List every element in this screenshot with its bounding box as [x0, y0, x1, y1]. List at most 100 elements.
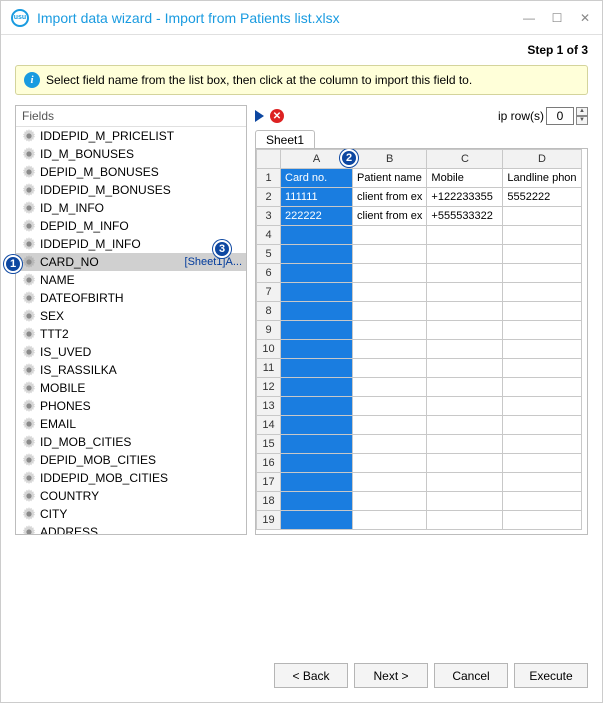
cell[interactable]: client from ex [353, 188, 427, 207]
close-button[interactable]: ✕ [578, 11, 592, 25]
cell[interactable] [503, 283, 581, 302]
sheet-grid[interactable]: ABCD1Card no.Patient nameMobileLandline … [255, 148, 588, 535]
cell[interactable] [353, 340, 427, 359]
cell[interactable] [503, 359, 581, 378]
cell[interactable] [281, 473, 353, 492]
cell[interactable]: Mobile [427, 169, 503, 188]
cell[interactable] [503, 473, 581, 492]
field-item[interactable]: ID_M_BONUSES [16, 145, 246, 163]
cell[interactable]: client from ex [353, 207, 427, 226]
row-header[interactable]: 1 [257, 169, 281, 188]
cell[interactable] [503, 454, 581, 473]
cell[interactable] [353, 378, 427, 397]
skip-rows-up[interactable]: ▲ [576, 107, 588, 116]
cell[interactable]: Patient name [353, 169, 427, 188]
cell[interactable] [281, 321, 353, 340]
cell[interactable] [281, 397, 353, 416]
cell[interactable] [503, 435, 581, 454]
minimize-button[interactable]: — [522, 11, 536, 25]
row-header[interactable]: 7 [257, 283, 281, 302]
cell[interactable] [427, 454, 503, 473]
skip-rows-input[interactable] [546, 107, 574, 125]
cell[interactable] [353, 302, 427, 321]
cell[interactable] [281, 302, 353, 321]
cell[interactable] [353, 397, 427, 416]
field-item[interactable]: DEPID_MOB_CITIES [16, 451, 246, 469]
cell[interactable] [353, 473, 427, 492]
back-button[interactable]: < Back [274, 663, 348, 688]
cell[interactable] [503, 378, 581, 397]
play-icon[interactable] [255, 110, 264, 122]
row-header[interactable]: 13 [257, 397, 281, 416]
sheet-tab[interactable]: Sheet1 [255, 130, 315, 149]
cell[interactable] [427, 283, 503, 302]
field-item[interactable]: MOBILE [16, 379, 246, 397]
cell[interactable] [427, 416, 503, 435]
cell[interactable] [503, 511, 581, 530]
cell[interactable] [503, 416, 581, 435]
cell[interactable] [353, 416, 427, 435]
cell[interactable] [427, 397, 503, 416]
cell[interactable] [503, 492, 581, 511]
cell[interactable]: +555533322 [427, 207, 503, 226]
cell[interactable] [427, 245, 503, 264]
field-item[interactable]: DEPID_M_BONUSES [16, 163, 246, 181]
cell[interactable] [353, 435, 427, 454]
row-header[interactable]: 9 [257, 321, 281, 340]
next-button[interactable]: Next > [354, 663, 428, 688]
cell[interactable] [281, 511, 353, 530]
row-header[interactable]: 18 [257, 492, 281, 511]
cell[interactable] [281, 264, 353, 283]
cell[interactable] [427, 492, 503, 511]
cell[interactable] [353, 492, 427, 511]
cell[interactable] [427, 511, 503, 530]
cell[interactable] [353, 321, 427, 340]
field-item[interactable]: DEPID_M_INFO [16, 217, 246, 235]
column-header[interactable]: D [503, 150, 581, 169]
field-item[interactable]: CARD_NO[Sheet1]A... [16, 253, 246, 271]
row-header[interactable]: 16 [257, 454, 281, 473]
field-item[interactable]: DATEOFBIRTH [16, 289, 246, 307]
cell[interactable] [353, 226, 427, 245]
field-item[interactable]: TTT2 [16, 325, 246, 343]
row-header[interactable]: 11 [257, 359, 281, 378]
cell[interactable] [427, 340, 503, 359]
row-header[interactable]: 4 [257, 226, 281, 245]
row-header[interactable]: 6 [257, 264, 281, 283]
cell[interactable] [281, 416, 353, 435]
cell[interactable] [353, 283, 427, 302]
row-header[interactable]: 17 [257, 473, 281, 492]
cell[interactable] [281, 359, 353, 378]
cell[interactable] [353, 359, 427, 378]
cell[interactable]: 222222 [281, 207, 353, 226]
cell[interactable] [503, 340, 581, 359]
cell[interactable] [281, 378, 353, 397]
execute-button[interactable]: Execute [514, 663, 588, 688]
cell[interactable] [427, 435, 503, 454]
field-item[interactable]: IS_UVED [16, 343, 246, 361]
row-header[interactable]: 15 [257, 435, 281, 454]
field-item[interactable]: IDDEPID_M_BONUSES [16, 181, 246, 199]
row-header[interactable]: 3 [257, 207, 281, 226]
cell[interactable] [503, 245, 581, 264]
cell[interactable] [503, 302, 581, 321]
cell[interactable] [503, 321, 581, 340]
skip-rows-down[interactable]: ▼ [576, 116, 588, 125]
row-header[interactable]: 12 [257, 378, 281, 397]
cell[interactable] [503, 397, 581, 416]
cell[interactable] [503, 226, 581, 245]
cell[interactable] [427, 226, 503, 245]
field-item[interactable]: SEX [16, 307, 246, 325]
cell[interactable] [427, 264, 503, 283]
field-item[interactable]: CITY [16, 505, 246, 523]
cell[interactable]: 5552222 [503, 188, 581, 207]
field-item[interactable]: COUNTRY [16, 487, 246, 505]
row-header[interactable]: 5 [257, 245, 281, 264]
field-item[interactable]: ID_M_INFO [16, 199, 246, 217]
delete-icon[interactable]: ✕ [270, 109, 284, 123]
cell[interactable] [281, 435, 353, 454]
cell[interactable] [281, 492, 353, 511]
field-item[interactable]: IS_RASSILKA [16, 361, 246, 379]
row-header[interactable]: 8 [257, 302, 281, 321]
cell[interactable] [353, 264, 427, 283]
